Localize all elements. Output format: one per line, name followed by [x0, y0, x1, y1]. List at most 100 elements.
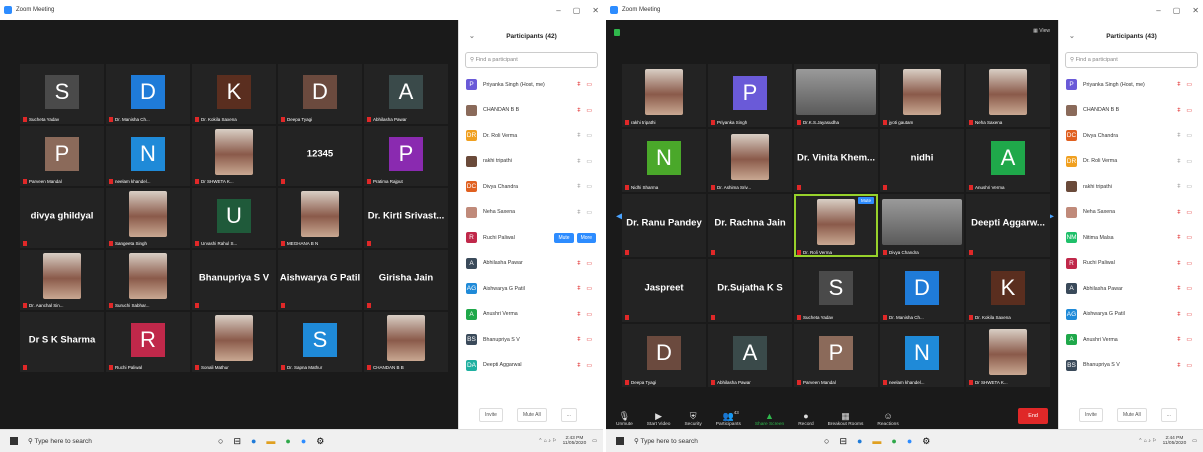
- clock[interactable]: 2:44 PM 11/05/2020: [1163, 436, 1187, 446]
- video-tile[interactable]: K Dr. Kokila Saxena: [192, 64, 276, 124]
- toolbar-video-off-button[interactable]: ▶ Start Video: [647, 400, 671, 430]
- video-tile[interactable]: Mute Dr. Roli Verma: [794, 194, 878, 257]
- participant-row[interactable]: rakhi tripathi ǂ ▭: [459, 149, 603, 175]
- task-view-icon[interactable]: ⊟: [233, 436, 241, 447]
- participant-row[interactable]: AG Aishwarya G Patil ǂ ▭: [1059, 302, 1203, 328]
- settings-icon[interactable]: ⚙: [316, 436, 324, 447]
- video-tile[interactable]: Sangeeta Singh: [106, 188, 190, 248]
- zoom-taskbar-icon[interactable]: ●: [907, 436, 912, 447]
- video-tile[interactable]: Sonali Mathur: [192, 312, 276, 372]
- video-tile[interactable]: Aishwarya G Patil: [278, 250, 362, 310]
- participant-row[interactable]: A Abhilasha Pawar ǂ ▭: [459, 251, 603, 277]
- video-tile[interactable]: Bhanupriya S V: [192, 250, 276, 310]
- invite-button[interactable]: Invite: [479, 408, 503, 422]
- participant-row[interactable]: AG Aishwarya G Patil ǂ ▭: [459, 276, 603, 302]
- clock[interactable]: 2:43 PM 11/05/2020: [563, 436, 587, 446]
- toolbar-mic-off-button[interactable]: 🎙 Unmute: [616, 400, 633, 430]
- close-icon[interactable]: ✕: [592, 6, 599, 15]
- toolbar-people-button[interactable]: 👥 43 Participants: [716, 400, 741, 430]
- settings-icon[interactable]: ⚙: [922, 436, 930, 447]
- participant-search-input[interactable]: ⚲ Find a participant: [1065, 52, 1198, 68]
- participant-row[interactable]: rakhi tripathi ǂ ▭: [1059, 174, 1203, 200]
- video-tile[interactable]: P Priyanka Singh: [708, 64, 792, 127]
- video-tile[interactable]: S Sucheta Yadav: [20, 64, 104, 124]
- video-tile[interactable]: S Sucheta Yadav: [794, 259, 878, 322]
- cortana-icon[interactable]: ○: [218, 436, 223, 447]
- video-tile[interactable]: Dr S K Sharma: [20, 312, 104, 372]
- video-tile[interactable]: D Deepa Tyagi: [622, 324, 706, 387]
- participant-row[interactable]: DC Divya Chandra ǂ ▭: [1059, 123, 1203, 149]
- files-icon[interactable]: ▬: [872, 436, 881, 447]
- participant-row[interactable]: DR Dr. Roli Verma ǂ ▭: [1059, 149, 1203, 175]
- video-tile[interactable]: D Dr. Manisha Ch...: [880, 259, 964, 322]
- task-view-icon[interactable]: ⊟: [839, 436, 847, 447]
- participant-row[interactable]: Neha Saxena ǂ ▭: [1059, 200, 1203, 226]
- video-tile[interactable]: Dr. Aanchal Sin...: [20, 250, 104, 310]
- participant-row[interactable]: BS Bhanupriya S V ǂ ▭: [459, 327, 603, 353]
- participant-row[interactable]: P Priyanka Singh (Host, me) ǂ ▭: [1059, 72, 1203, 98]
- participant-row[interactable]: P Priyanka Singh (Host, me) ǂ ▭: [459, 72, 603, 98]
- mute-all-button[interactable]: Mute All: [1116, 408, 1147, 422]
- toolbar-shield-button[interactable]: ⛨ Security: [684, 400, 701, 430]
- cortana-icon[interactable]: ○: [824, 436, 829, 447]
- video-tile[interactable]: U Urvashi Rahul S...: [192, 188, 276, 248]
- video-tile[interactable]: N Nidhi Sharma: [622, 129, 706, 192]
- video-tile[interactable]: A Abhilasha Pawar: [364, 64, 448, 124]
- participant-mute-button[interactable]: Mute: [554, 232, 574, 243]
- participant-row[interactable]: DR Dr. Roli Verma ǂ ▭: [459, 123, 603, 149]
- video-tile[interactable]: P Parveen Mandal: [794, 324, 878, 387]
- video-tile[interactable]: Nneelam khandel...: [880, 324, 964, 387]
- video-tile[interactable]: D Dr. Manisha Ch...: [106, 64, 190, 124]
- video-tile[interactable]: rakhi tripathi: [622, 64, 706, 127]
- video-tile[interactable]: Nneelam khandel...: [106, 126, 190, 186]
- video-tile[interactable]: divya ghildyal: [20, 188, 104, 248]
- chevron-down-icon[interactable]: ⌄: [469, 32, 475, 40]
- video-tile[interactable]: P Pratima Rajput: [364, 126, 448, 186]
- participant-row[interactable]: BS Bhanupriya S V ǂ ▭: [1059, 353, 1203, 379]
- invite-button[interactable]: Invite: [1079, 408, 1103, 422]
- video-tile[interactable]: Dr SHWETA K...: [966, 324, 1050, 387]
- video-tile[interactable]: Dr. Ashima Sriv...: [708, 129, 792, 192]
- chevron-down-icon[interactable]: ⌄: [1069, 32, 1075, 40]
- close-icon[interactable]: ✕: [1192, 6, 1199, 15]
- more-button[interactable]: ...: [1160, 408, 1177, 422]
- notification-icon[interactable]: ▭: [1192, 438, 1197, 444]
- video-tile[interactable]: Jaspreet: [622, 259, 706, 322]
- video-tile[interactable]: A Abhilasha Pawar: [708, 324, 792, 387]
- tray-icons[interactable]: ⌃ ⌂ ♪ ⚐: [1138, 438, 1156, 444]
- video-tile[interactable]: 12345: [278, 126, 362, 186]
- chrome-icon[interactable]: ●: [891, 436, 896, 447]
- windows-start-icon[interactable]: [616, 437, 624, 445]
- participant-row[interactable]: CHANDAN B B ǂ ▭: [1059, 98, 1203, 124]
- toolbar-share-button[interactable]: ▲ Share Screen: [755, 400, 784, 430]
- video-tile[interactable]: Dr.K.S.Jayasudha: [794, 64, 878, 127]
- participant-row[interactable]: NM Nitima Malsa ǂ ▭: [1059, 225, 1203, 251]
- chrome-icon[interactable]: ●: [285, 436, 290, 447]
- video-tile[interactable]: R Ruchi Paliwal: [106, 312, 190, 372]
- minimize-icon[interactable]: –: [556, 6, 560, 15]
- video-tile[interactable]: jyoti gautam: [880, 64, 964, 127]
- zoom-taskbar-icon[interactable]: ●: [301, 436, 306, 447]
- video-tile[interactable]: S Dr. Sapna Mathur: [278, 312, 362, 372]
- video-tile[interactable]: P Parveen Mandal: [20, 126, 104, 186]
- video-tile[interactable]: CHANDAN B B: [364, 312, 448, 372]
- video-tile[interactable]: K Dr. Kokila Saxena: [966, 259, 1050, 322]
- video-tile[interactable]: Dr. Rachna Jain: [708, 194, 792, 257]
- toolbar-record-button[interactable]: ● Record: [798, 400, 813, 430]
- tray-icons[interactable]: ⌃ ⌂ ♪ ⚐: [538, 438, 556, 444]
- maximize-icon[interactable]: ▢: [573, 6, 581, 15]
- edge-icon[interactable]: ●: [857, 436, 862, 447]
- windows-start-icon[interactable]: [10, 437, 18, 445]
- video-tile[interactable]: D Deepa Tyagi: [278, 64, 362, 124]
- video-tile[interactable]: Dr.Sujatha K S: [708, 259, 792, 322]
- video-tile[interactable]: Divya Chandra: [880, 194, 964, 257]
- view-button[interactable]: ▦ View: [1033, 28, 1050, 34]
- video-tile[interactable]: A Anushri Verma: [966, 129, 1050, 192]
- participant-row[interactable]: A Abhilasha Pawar ǂ ▭: [1059, 276, 1203, 302]
- toolbar-grid-button[interactable]: ▦ Breakout Rooms: [828, 400, 864, 430]
- participant-search-input[interactable]: ⚲ Find a participant: [465, 52, 598, 68]
- tile-mute-button[interactable]: Mute: [857, 197, 874, 204]
- participant-row[interactable]: R Ruchi Paliwal Mute More: [459, 225, 603, 251]
- video-tile[interactable]: Girisha Jain: [364, 250, 448, 310]
- participant-row[interactable]: A Anushri Verma ǂ ▭: [459, 302, 603, 328]
